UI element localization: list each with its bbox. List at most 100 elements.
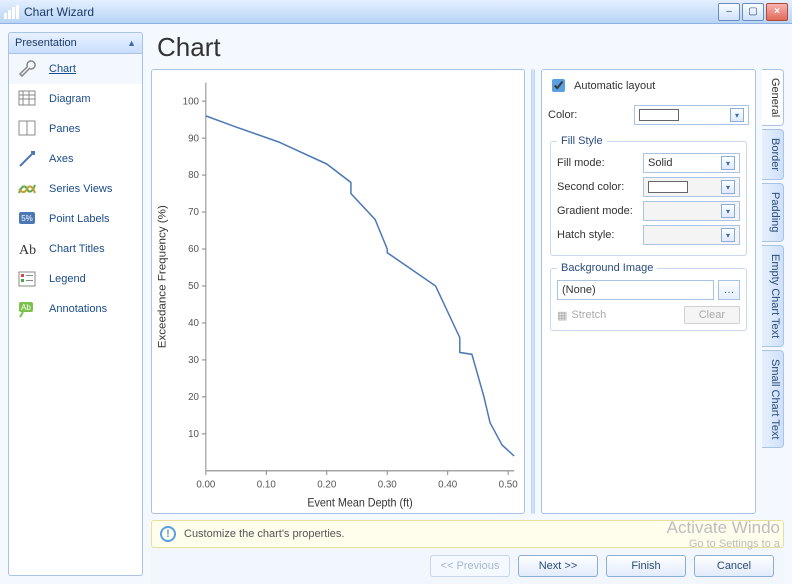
close-button[interactable]: × <box>766 3 788 21</box>
tab-border[interactable]: Border <box>762 129 784 180</box>
sidebar-item-annotations[interactable]: Ab Annotations <box>9 294 142 324</box>
sidebar-item-legend[interactable]: Legend <box>9 264 142 294</box>
svg-text:100: 100 <box>183 96 200 107</box>
second-color-dropdown-button[interactable]: ▾ <box>721 180 735 194</box>
diagram-icon <box>17 89 37 109</box>
sidebar-item-point-labels[interactable]: 5% Point Labels <box>9 204 142 234</box>
fill-style-group: Fill Style Fill mode: Solid ▾ Second col… <box>550 135 747 256</box>
hint-text: Customize the chart's properties. <box>184 528 344 540</box>
sidebar: Presentation ▲ ChartDiagram Panes Axes Seri… <box>8 32 143 576</box>
hatch-style-dropdown-button[interactable]: ▾ <box>721 228 735 242</box>
background-image-path[interactable]: (None) <box>557 280 714 300</box>
annotations-icon: Ab <box>17 299 37 319</box>
svg-text:60: 60 <box>188 244 199 255</box>
sidebar-item-series-views[interactable]: Series Views <box>9 174 142 204</box>
color-dropdown-button[interactable]: ▾ <box>730 108 744 122</box>
pointlabel-icon: 5% <box>17 209 37 229</box>
sidebar-header[interactable]: Presentation ▲ <box>8 32 143 54</box>
chart-preview: 1020304050607080901000.000.100.200.300.4… <box>151 69 525 514</box>
svg-text:Ab: Ab <box>21 303 31 312</box>
svg-text:5%: 5% <box>21 214 33 223</box>
tab-padding[interactable]: Padding <box>762 183 784 241</box>
sidebar-item-label: Panes <box>49 123 80 135</box>
svg-text:10: 10 <box>188 429 199 440</box>
sidebar-item-panes[interactable]: Panes <box>9 114 142 144</box>
color-swatch <box>639 109 679 121</box>
background-image-path-value: (None) <box>562 284 596 296</box>
sidebar-item-label: Point Labels <box>49 213 110 225</box>
sidebar-item-label: Chart Titles <box>49 243 105 255</box>
svg-text:Exceedance Frequency (%): Exceedance Frequency (%) <box>157 205 169 348</box>
previous-button[interactable]: << Previous <box>430 555 510 577</box>
fill-style-legend: Fill Style <box>557 135 607 147</box>
svg-text:0.00: 0.00 <box>196 479 215 490</box>
second-color-combo[interactable]: ▾ <box>643 177 740 197</box>
sidebar-item-diagram[interactable]: Diagram <box>9 84 142 114</box>
svg-text:Event Mean Depth (ft): Event Mean Depth (ft) <box>307 497 413 509</box>
property-tabs: General Border Padding Empty Chart Text Smal… <box>762 69 784 514</box>
color-combo[interactable]: ▾ <box>634 105 749 125</box>
properties-panel: Automatic layout Color: ▾ Fill Style Fil… <box>541 69 756 514</box>
svg-text:0.50: 0.50 <box>499 479 518 490</box>
sidebar-list: ChartDiagram Panes Axes Series Views 5% Point… <box>8 54 143 576</box>
gradient-mode-label: Gradient mode: <box>557 205 637 217</box>
stretch-label: Stretch <box>571 309 606 321</box>
minimize-button[interactable]: – <box>718 3 740 21</box>
svg-text:50: 50 <box>188 281 199 292</box>
svg-text:0.10: 0.10 <box>257 479 276 490</box>
svg-text:70: 70 <box>188 207 199 218</box>
info-icon: ! <box>160 526 176 542</box>
titles-icon: Ab <box>17 239 37 259</box>
clear-button[interactable]: Clear <box>684 306 740 324</box>
hatch-style-label: Hatch style: <box>557 229 637 241</box>
fill-mode-combo[interactable]: Solid ▾ <box>643 153 740 173</box>
second-color-label: Second color: <box>557 181 637 193</box>
svg-text:0.40: 0.40 <box>438 479 457 490</box>
cancel-button[interactable]: Cancel <box>694 555 774 577</box>
sidebar-item-label: Legend <box>49 273 86 285</box>
maximize-button[interactable]: ▢ <box>742 3 764 21</box>
sidebar-item-chart[interactable]: Chart <box>9 54 142 84</box>
gradient-mode-dropdown-button[interactable]: ▾ <box>721 204 735 218</box>
app-icon <box>4 5 20 19</box>
legend-icon <box>17 269 37 289</box>
background-image-legend: Background Image <box>557 262 657 274</box>
second-color-swatch <box>648 181 688 193</box>
svg-text:20: 20 <box>188 392 199 403</box>
svg-text:40: 40 <box>188 318 199 329</box>
wizard-footer: << Previous Next >> Finish Cancel <box>151 548 784 584</box>
background-image-browse-button[interactable]: … <box>718 280 740 300</box>
sidebar-header-label: Presentation <box>15 37 77 49</box>
stretch-icon: ▦ <box>557 309 567 322</box>
page-title: Chart <box>157 32 784 63</box>
fill-mode-value: Solid <box>648 157 672 169</box>
background-image-group: Background Image (None) … ▦ Stretch <box>550 262 747 331</box>
finish-button[interactable]: Finish <box>606 555 686 577</box>
svg-text:90: 90 <box>188 133 199 144</box>
hint-bar: ! Customize the chart's properties. <box>151 520 784 548</box>
sidebar-item-axes[interactable]: Axes <box>9 144 142 174</box>
panes-icon <box>17 119 37 139</box>
sidebar-item-label: Annotations <box>49 303 107 315</box>
automatic-layout-checkbox[interactable] <box>552 79 565 92</box>
svg-text:0.20: 0.20 <box>317 479 336 490</box>
chevron-up-icon: ▲ <box>127 38 136 48</box>
axes-icon <box>17 149 37 169</box>
tab-general[interactable]: General <box>762 69 784 126</box>
color-label: Color: <box>548 109 628 121</box>
svg-text:0.30: 0.30 <box>378 479 397 490</box>
svg-text:30: 30 <box>188 355 199 366</box>
next-button[interactable]: Next >> <box>518 555 598 577</box>
sidebar-item-chart-titles[interactable]: Ab Chart Titles <box>9 234 142 264</box>
window-title: Chart Wizard <box>20 5 716 19</box>
splitter[interactable] <box>531 69 535 514</box>
sidebar-item-label: Series Views <box>49 183 112 195</box>
titlebar: Chart Wizard – ▢ × <box>0 0 792 24</box>
gradient-mode-combo[interactable]: ▾ <box>643 201 740 221</box>
fill-mode-label: Fill mode: <box>557 157 637 169</box>
tab-small-chart-text[interactable]: Small Chart Text <box>762 350 784 449</box>
fill-mode-dropdown-button[interactable]: ▾ <box>721 156 735 170</box>
svg-text:Ab: Ab <box>19 243 36 258</box>
tab-empty-chart-text[interactable]: Empty Chart Text <box>762 245 784 347</box>
hatch-style-combo[interactable]: ▾ <box>643 225 740 245</box>
